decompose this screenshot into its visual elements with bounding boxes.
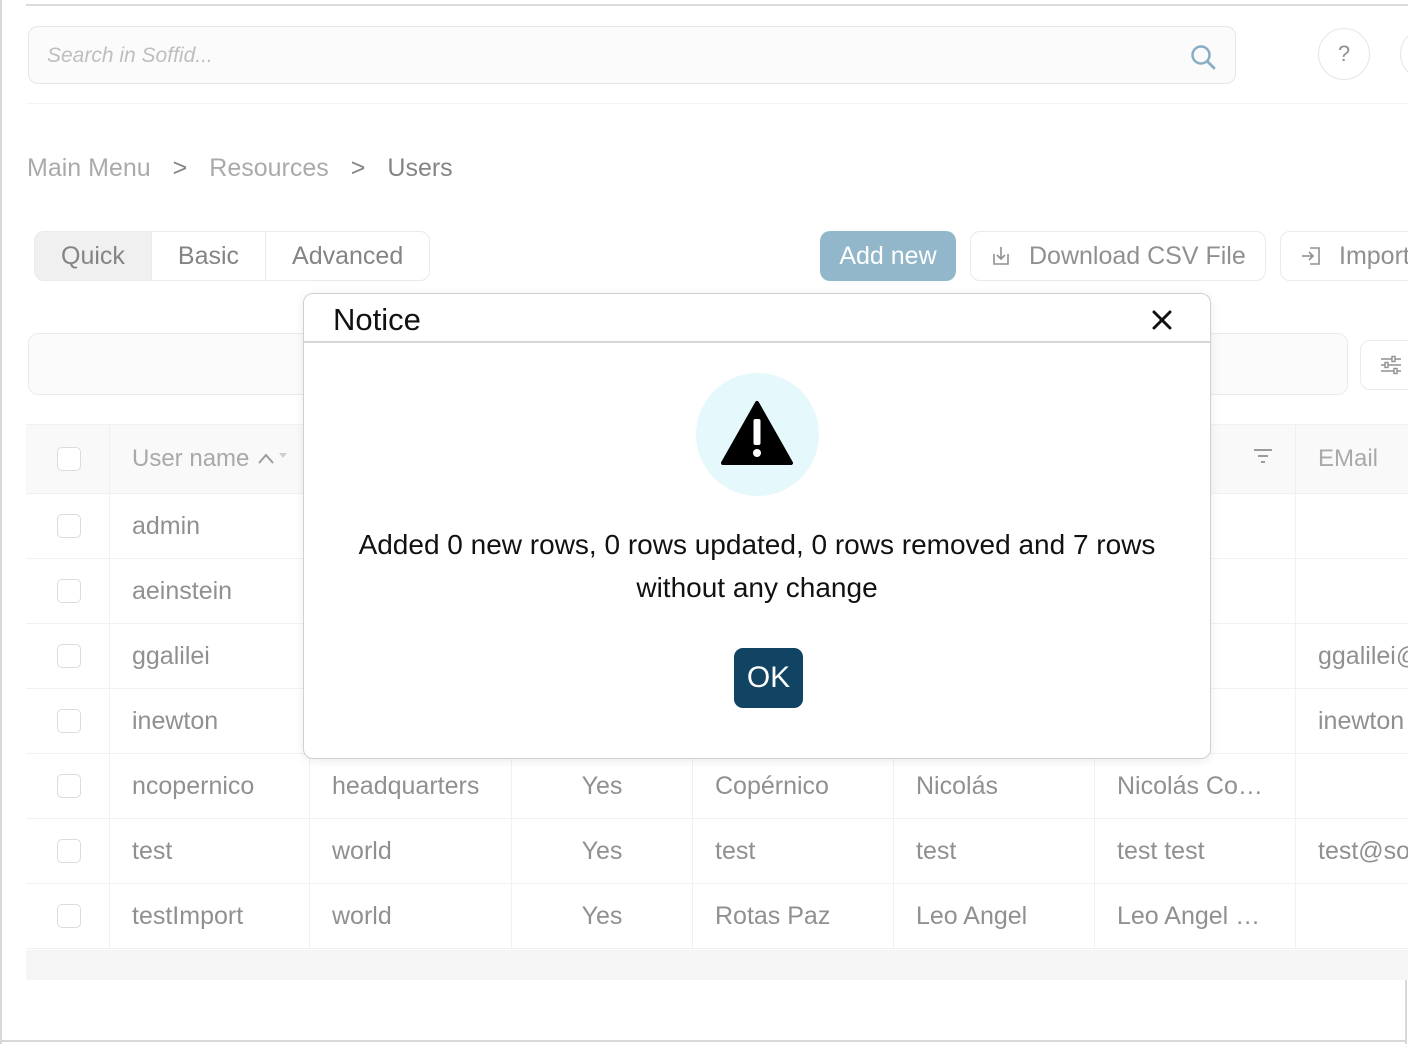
dialog-header: Notice — [304, 294, 1210, 343]
ok-label: OK — [746, 661, 791, 694]
dialog-message: Added 0 new rows, 0 rows updated, 0 rows… — [358, 529, 1156, 603]
window-frame-bottom — [0, 1040, 1407, 1042]
dialog-title: Notice — [333, 302, 421, 337]
close-icon — [1152, 310, 1172, 330]
warning-badge — [696, 373, 819, 496]
ok-button[interactable]: OK — [734, 648, 803, 708]
window-frame-left — [0, 0, 2, 1044]
warning-icon — [721, 401, 793, 465]
close-button[interactable] — [1144, 302, 1180, 338]
notice-dialog: Notice Added 0 new rows, 0 rows updated,… — [303, 293, 1211, 759]
